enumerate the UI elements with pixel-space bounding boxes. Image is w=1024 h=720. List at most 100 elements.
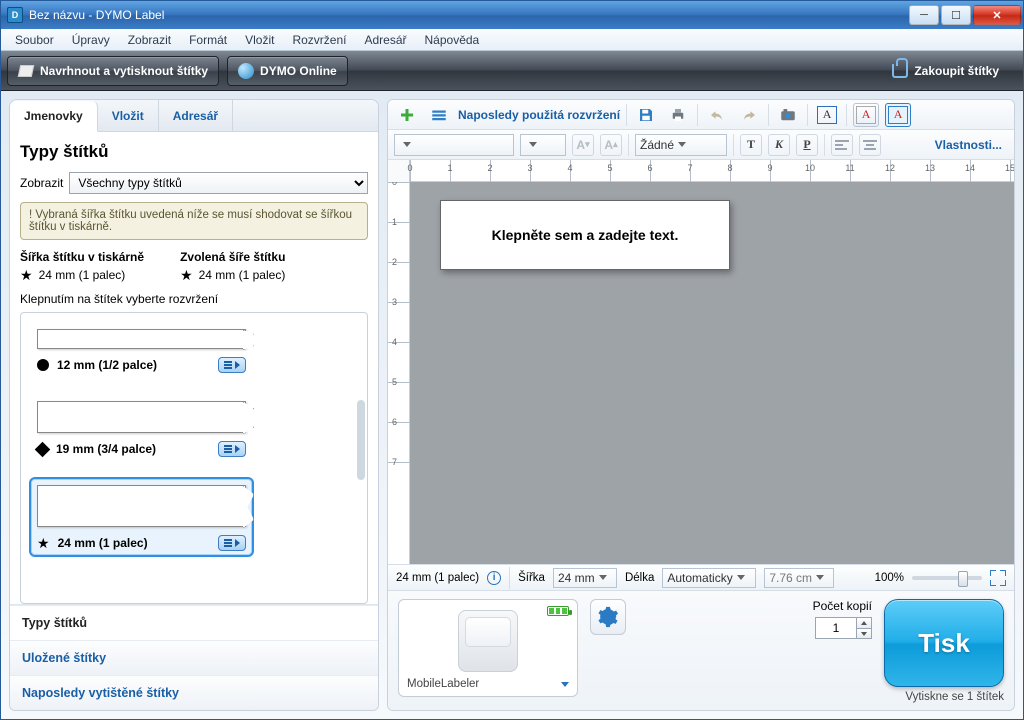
- label-types-heading: Typy štítků: [20, 142, 368, 162]
- minimize-button[interactable]: ─: [909, 5, 939, 25]
- snapshot-button[interactable]: [775, 103, 801, 127]
- copies-down[interactable]: [856, 628, 872, 639]
- menu-layout[interactable]: Rozvržení: [284, 31, 354, 49]
- printer-selector[interactable]: MobileLabeler: [398, 599, 578, 697]
- menu-view[interactable]: Zobrazit: [120, 31, 179, 49]
- buy-labels-button[interactable]: Zakoupit štítky: [882, 56, 1009, 86]
- zoom-value: 100%: [875, 572, 904, 584]
- font-family-select[interactable]: [394, 134, 514, 156]
- layouts-button-24mm[interactable]: [218, 535, 246, 551]
- layouts-icon[interactable]: [426, 103, 452, 127]
- status-length-mode-select[interactable]: Automaticky: [662, 568, 756, 588]
- titlebar: D Bez názvu - DYMO Label ─ ☐ ✕: [1, 1, 1023, 29]
- a-red-selected-icon: A: [888, 106, 908, 124]
- design-and-print-button[interactable]: Navrhnout a vytisknout štítky: [7, 56, 219, 86]
- status-length-value[interactable]: 7.76 cm: [764, 568, 834, 588]
- text-frame-button[interactable]: A: [814, 103, 840, 127]
- menu-edit[interactable]: Úpravy: [64, 31, 118, 49]
- label-type-list[interactable]: 12 mm (1/2 palce) 19 mm (3/4 palce): [20, 312, 368, 604]
- bold-button[interactable]: T: [740, 134, 762, 156]
- text-color-red-button[interactable]: A: [853, 103, 879, 127]
- app-icon: D: [7, 7, 23, 23]
- copies-spinner[interactable]: [815, 617, 872, 639]
- diamond-marker-icon: [35, 441, 51, 457]
- label-option-24mm-text: 24 mm (1 palec): [58, 536, 148, 550]
- maximize-button[interactable]: ☐: [941, 5, 971, 25]
- label-placeholder-text: Klepněte sem a zadejte text.: [492, 227, 679, 243]
- copies-input[interactable]: [815, 617, 857, 639]
- label-preview[interactable]: Klepněte sem a zadejte text.: [440, 200, 730, 270]
- buy-labels-label: Zakoupit štítky: [914, 64, 999, 78]
- printer-dropdown-arrow-icon[interactable]: [561, 682, 569, 687]
- font-size-select[interactable]: [520, 134, 566, 156]
- copies-label: Počet kopií: [813, 599, 872, 613]
- label-option-19mm-text: 19 mm (3/4 palce): [56, 442, 156, 456]
- recent-layouts-label[interactable]: Naposledy použitá rozvržení: [458, 108, 620, 122]
- printer-width-heading: Šířka štítku v tiskárně: [20, 250, 144, 264]
- label-option-24mm[interactable]: ★ 24 mm (1 palec): [29, 477, 254, 557]
- add-button[interactable]: [394, 103, 420, 127]
- info-icon[interactable]: i: [487, 571, 501, 585]
- label-option-19mm[interactable]: 19 mm (3/4 palce): [29, 393, 254, 463]
- star-icon: ★: [20, 268, 33, 282]
- fit-screen-button[interactable]: [990, 570, 1006, 586]
- zoom-slider[interactable]: [912, 576, 982, 580]
- underline-button[interactable]: P: [796, 134, 818, 156]
- close-button[interactable]: ✕: [973, 5, 1021, 25]
- print-icon-button[interactable]: [665, 103, 691, 127]
- border-style-select[interactable]: Žádné: [635, 134, 727, 156]
- properties-link[interactable]: Vlastnosti...: [929, 138, 1008, 152]
- label-shape-12mm: [37, 329, 246, 349]
- layouts-button-12mm[interactable]: [218, 357, 246, 373]
- battery-icon: [547, 606, 569, 616]
- tab-insert[interactable]: Vložit: [98, 100, 159, 131]
- copies-up[interactable]: [856, 617, 872, 628]
- star-marker-icon: ★: [37, 536, 50, 550]
- undo-button[interactable]: [704, 103, 730, 127]
- menu-address[interactable]: Adresář: [356, 31, 414, 49]
- label-type-filter[interactable]: Všechny typy štítků: [69, 172, 368, 194]
- menubar: Soubor Úpravy Zobrazit Formát Vložit Roz…: [1, 29, 1023, 51]
- menu-help[interactable]: Nápověda: [417, 31, 488, 49]
- label-option-12mm[interactable]: 12 mm (1/2 palce): [29, 321, 254, 379]
- print-button[interactable]: Tisk: [884, 599, 1004, 687]
- menu-format[interactable]: Formát: [181, 31, 235, 49]
- star-icon: ★: [180, 268, 193, 282]
- tag-icon: [18, 63, 34, 79]
- printer-settings-button[interactable]: [590, 599, 626, 635]
- printer-image: [458, 610, 518, 672]
- filter-label: Zobrazit: [20, 176, 63, 190]
- tab-address[interactable]: Adresář: [159, 100, 233, 131]
- window-title: Bez názvu - DYMO Label: [29, 8, 164, 22]
- align-left-button[interactable]: [831, 134, 853, 156]
- menu-file[interactable]: Soubor: [7, 31, 62, 49]
- menu-insert[interactable]: Vložit: [237, 31, 282, 49]
- print-caption: Vytiskne se 1 štítek: [905, 691, 1004, 703]
- primary-toolbar: Navrhnout a vytisknout štítky DYMO Onlin…: [1, 51, 1023, 91]
- dymo-online-label: DYMO Online: [260, 64, 337, 78]
- accordion-saved[interactable]: Uložené štítky: [10, 640, 378, 675]
- chosen-width-value: 24 mm (1 palec): [199, 268, 286, 282]
- editor-toolbar-1: Naposledy použitá rozvržení: [388, 100, 1014, 130]
- status-width-select[interactable]: 24 mm: [553, 568, 617, 588]
- decrease-font-button[interactable]: A▾: [572, 134, 594, 156]
- save-button[interactable]: [633, 103, 659, 127]
- align-center-button[interactable]: [859, 134, 881, 156]
- dymo-online-button[interactable]: DYMO Online: [227, 56, 348, 86]
- status-width-label: Šířka: [518, 572, 545, 584]
- label-shape-24mm: [37, 485, 246, 527]
- accordion-recent[interactable]: Naposledy vytištěné štítky: [10, 675, 378, 710]
- layouts-button-19mm[interactable]: [218, 441, 246, 457]
- status-bar: 24 mm (1 palec) i Šířka 24 mm Délka Auto…: [388, 564, 1014, 590]
- ruler-vertical: 01234567: [388, 182, 410, 564]
- italic-button[interactable]: K: [768, 134, 790, 156]
- circle-marker-icon: [37, 359, 49, 371]
- increase-font-button[interactable]: A▴: [600, 134, 622, 156]
- tab-labels[interactable]: Jmenovky: [10, 101, 98, 132]
- accordion-types[interactable]: Typy štítků: [10, 605, 378, 640]
- canvas[interactable]: Klepněte sem a zadejte text.: [410, 182, 1014, 564]
- editor-panel: Naposledy použitá rozvržení: [387, 99, 1015, 711]
- text-color-selected-button[interactable]: A: [885, 103, 911, 127]
- left-panel: Jmenovky Vložit Adresář Typy štítků Zobr…: [9, 99, 379, 711]
- redo-button[interactable]: [736, 103, 762, 127]
